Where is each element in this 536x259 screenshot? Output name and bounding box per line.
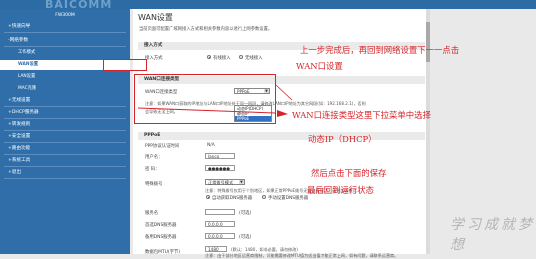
annotation-step-1: 上一步完成后，再回到网络设置下一一点击 — [300, 45, 460, 55]
sidebar-item-12[interactable]: +退出 — [0, 168, 130, 178]
annotation-step-3: 动态IP（DHCP） — [308, 134, 377, 144]
sidebar-item-11[interactable]: +系统工具 — [0, 156, 130, 166]
annotation-step-4b: 最后回到运行状态 — [307, 185, 374, 195]
sidebar-item-7[interactable]: +DHCP服务器 — [0, 108, 130, 118]
dns2-input[interactable]: 0.0.0.0 — [205, 233, 235, 239]
dial-mode-selected: 正常拨号模式 — [208, 180, 234, 185]
radio-dns-manual[interactable] — [262, 195, 266, 199]
sidebar-item-10[interactable]: +路由功能 — [0, 144, 130, 154]
dial-mode-select[interactable]: 正常拨号模式 ▼ — [205, 179, 245, 185]
mtu-input[interactable]: 1480 — [205, 246, 227, 252]
password-input[interactable]: ●●●●●● — [205, 165, 235, 171]
dns1-label: 首选DNS服务器 — [145, 223, 177, 228]
highlight-wan-type — [134, 74, 276, 124]
access-label: 接入方式 — [145, 56, 163, 61]
sidebar-item-4[interactable]: LAN设置 — [0, 72, 130, 82]
service-name-input[interactable] — [205, 209, 235, 215]
mtu-label: 数据包MTU(字节) — [145, 250, 181, 255]
sidebar-divider — [4, 118, 126, 119]
radio-wired[interactable] — [207, 55, 211, 59]
dns-manual-label: 手动设置DNS服务器 — [268, 196, 309, 201]
radio-dns-auto[interactable] — [206, 195, 210, 199]
sidebar-divider — [4, 166, 126, 167]
annotation-step-1b: WAN口设置 — [296, 61, 343, 71]
page-intro: 当前页面可配置广域网接入方式和相关参数内容以进行上网参数设置。 — [139, 27, 273, 32]
section-pppoe: PPPoE — [138, 132, 425, 140]
scrollbar-thumb[interactable] — [426, 22, 430, 62]
auth-time-label: PPP协议认证时间 — [145, 144, 180, 149]
sidebar-item-6[interactable]: +无线设置 — [0, 96, 130, 106]
service-name-label: 服务名 — [145, 211, 159, 216]
sidebar-item-2[interactable]: 工作模式 — [0, 48, 130, 58]
sidebar-divider — [4, 32, 126, 33]
password-label: 密 码： — [145, 167, 160, 172]
chevron-down-icon: ▼ — [239, 180, 244, 184]
dns2-label: 备用DNS服务器 — [145, 235, 177, 240]
dns2-hint: (可选) — [239, 235, 252, 240]
sidebar: FW300M +快速向导 -网络参数 工作模式 WAN设置 LAN设置 MAC克隆 +无线设… — [0, 9, 130, 254]
radio-wireless-label: 无线接入 — [245, 56, 263, 61]
highlight-wan-menu — [103, 59, 147, 71]
sidebar-item-1[interactable]: -网络参数 — [0, 36, 130, 46]
router-model: FW300M — [55, 13, 75, 18]
sidebar-divider — [4, 46, 126, 47]
username-input[interactable]: lanco — [205, 153, 235, 159]
radio-wired-label: 有线接入 — [213, 56, 231, 61]
dns1-input[interactable]: 0.0.0.0 — [205, 221, 235, 227]
sidebar-divider — [4, 178, 126, 179]
sidebar-item-9[interactable]: +安全设置 — [0, 132, 130, 142]
sidebar-divider — [4, 130, 126, 131]
annotation-step-4: 然后点击下面的保存 — [311, 168, 387, 178]
annotation-step-2: WAN口连接类型这里下拉菜单中选择 — [292, 110, 431, 120]
sidebar-item-8[interactable]: +转发规则 — [0, 120, 130, 130]
watermark: 学习成就梦想 — [450, 217, 535, 253]
service-name-hint: (可选) — [239, 211, 252, 216]
username-label: 用户名： — [145, 155, 163, 160]
dial-mode-label: 特殊拨号 — [145, 182, 163, 187]
dns-auto-label: 自动获取DNS服务器 — [212, 196, 253, 201]
radio-wireless[interactable] — [239, 55, 243, 59]
sidebar-item-5[interactable]: MAC克隆 — [0, 84, 130, 94]
sidebar-divider — [4, 142, 126, 143]
sidebar-divider — [4, 106, 126, 107]
sidebar-item-0[interactable]: +快速向导 — [0, 22, 130, 32]
page-title: WAN设置 — [138, 13, 173, 22]
auth-time-value: N/A — [207, 143, 215, 148]
sidebar-divider — [4, 154, 126, 155]
